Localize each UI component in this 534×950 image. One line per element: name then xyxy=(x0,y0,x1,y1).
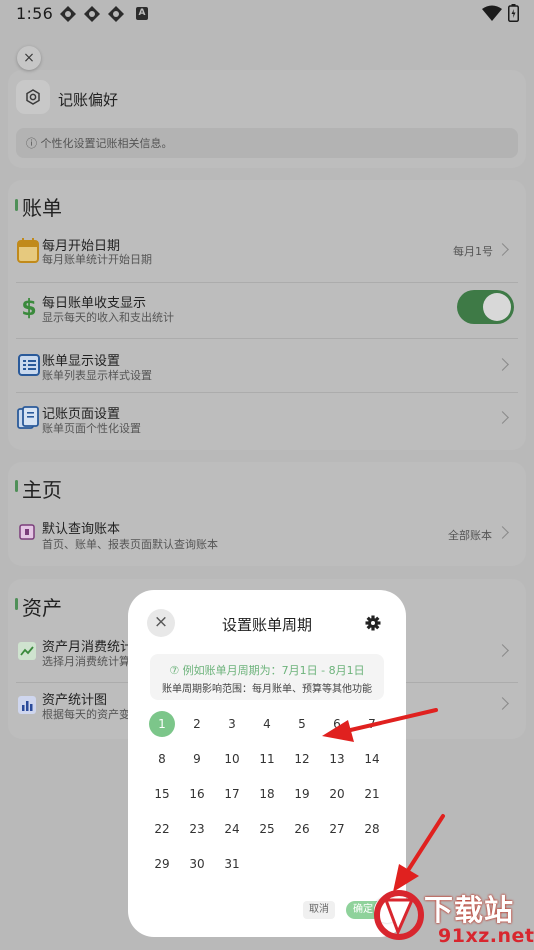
day-cell[interactable]: 3 xyxy=(219,711,245,737)
day-cell[interactable]: 26 xyxy=(289,816,315,842)
asset-section-title: 资产 xyxy=(22,596,62,620)
status-bar: 1:56 A xyxy=(0,0,534,28)
app-notification-icon xyxy=(108,6,124,22)
hint-example: ⑦ 例如账单月周期为：7月1日 - 8月1日 xyxy=(169,664,365,677)
row-subtitle: 根据每天的资产变 xyxy=(42,708,130,721)
day-cell[interactable]: 2 xyxy=(184,711,210,737)
day-cell[interactable]: 19 xyxy=(289,781,315,807)
day-cell[interactable]: 22 xyxy=(149,816,175,842)
divider xyxy=(16,282,518,283)
calendar-icon xyxy=(17,238,39,263)
app-notification-icon xyxy=(84,6,100,22)
annotation-arrow xyxy=(322,708,438,742)
day-cell[interactable]: 23 xyxy=(184,816,210,842)
row-subtitle: 账单页面个性化设置 xyxy=(42,422,141,435)
day-cell[interactable]: 8 xyxy=(149,746,175,772)
day-cell[interactable]: 17 xyxy=(219,781,245,807)
list-icon xyxy=(18,354,40,376)
section-marker xyxy=(15,598,18,610)
day-cell[interactable]: 18 xyxy=(254,781,280,807)
row-subtitle: 选择月消费统计算 xyxy=(42,655,130,668)
watermark-text: 下载站 xyxy=(424,893,515,927)
day-cell[interactable]: 25 xyxy=(254,816,280,842)
divider xyxy=(16,392,518,393)
wifi-icon xyxy=(482,5,502,21)
watermark-url: 91xz.net xyxy=(438,925,534,947)
prefs-info-text: ⓘ 个性化设置记账相关信息。 xyxy=(16,128,518,158)
row-title: 默认查询账本 xyxy=(42,522,121,537)
row-subtitle: 账单列表显示样式设置 xyxy=(42,369,152,382)
cancel-button[interactable]: 取消 xyxy=(303,901,335,919)
home-section-title: 主页 xyxy=(22,478,62,502)
day-cell[interactable]: 27 xyxy=(324,816,350,842)
day-cell[interactable]: 28 xyxy=(359,816,385,842)
day-cell[interactable]: 4 xyxy=(254,711,280,737)
bar-chart-icon xyxy=(18,696,36,714)
notification-badge: A xyxy=(136,7,148,20)
trend-chart-icon xyxy=(18,642,36,660)
day-cell[interactable]: 11 xyxy=(254,746,280,772)
ledger-icon xyxy=(17,406,39,429)
section-marker xyxy=(15,199,18,211)
day-cell[interactable]: 9 xyxy=(184,746,210,772)
row-subtitle: 每月账单统计开始日期 xyxy=(42,253,152,266)
status-time: 1:56 xyxy=(16,4,54,23)
day-cell[interactable]: 20 xyxy=(324,781,350,807)
day-cell[interactable]: 21 xyxy=(359,781,385,807)
day-cell[interactable]: 10 xyxy=(219,746,245,772)
row-value: 每月1号 xyxy=(453,245,493,258)
close-button[interactable]: × xyxy=(17,46,41,70)
row-subtitle: 显示每天的收入和支出统计 xyxy=(42,311,174,324)
prefs-title: 记账偏好 xyxy=(58,91,119,109)
svg-text:$: $ xyxy=(21,296,36,320)
dollar-icon: $ xyxy=(21,296,36,320)
day-cell[interactable]: 29 xyxy=(149,851,175,877)
divider xyxy=(16,338,518,339)
day-cell[interactable]: 24 xyxy=(219,816,245,842)
day-cell[interactable]: 16 xyxy=(184,781,210,807)
day-cell[interactable]: 31 xyxy=(219,851,245,877)
bill-section-title: 账单 xyxy=(22,196,62,220)
day-cell[interactable]: 15 xyxy=(149,781,175,807)
prefs-icon-tile xyxy=(16,80,50,114)
hint-scope: 账单周期影响范围：每月账单、预算等其他功能 xyxy=(162,684,372,695)
dialog-close-button[interactable]: × xyxy=(147,609,175,637)
day-cell[interactable]: 30 xyxy=(184,851,210,877)
day-cell[interactable]: 1 xyxy=(149,711,175,737)
dialog-title: 设置账单周期 xyxy=(221,616,312,634)
section-marker xyxy=(15,480,18,492)
app-notification-icon xyxy=(60,6,76,22)
toggle-knob xyxy=(483,293,511,321)
book-icon xyxy=(19,524,35,540)
settings-icon[interactable] xyxy=(364,614,382,632)
row-subtitle: 首页、账单、报表页面默认查询账本 xyxy=(42,538,218,551)
battery-icon xyxy=(508,4,519,22)
row-value: 全部账本 xyxy=(448,529,492,542)
watermark-logo-icon xyxy=(374,890,424,940)
gear-icon xyxy=(26,89,40,105)
daily-summary-toggle[interactable] xyxy=(457,290,514,324)
